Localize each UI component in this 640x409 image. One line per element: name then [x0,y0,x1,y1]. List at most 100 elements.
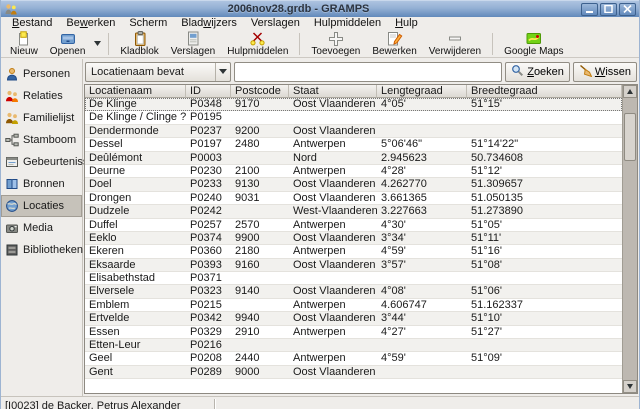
table-row[interactable]: ElisabethstadP0371 [85,272,622,285]
table-row[interactable]: EksaardeP03939160Oost Vlaanderen3°57'51°… [85,259,622,272]
broom-icon [579,64,592,80]
sidebar-item-bibliotheken[interactable]: Bibliotheken [1,239,82,261]
table-row[interactable]: EmblemP0215Antwerpen4.60674751.162337 [85,299,622,312]
kladblok-toolbar-button[interactable]: Kladblok [114,31,164,57]
sidebar-item-personen[interactable]: Personen [1,63,82,85]
sidebar-item-locaties[interactable]: Locaties [1,195,82,217]
sidebar-item-label: Bibliotheken [23,244,83,256]
table-row[interactable]: DuffelP02572570Antwerpen4°30'51°05' [85,219,622,232]
table-row[interactable]: GeelP02082440Antwerpen4°59'51°09' [85,352,622,365]
cell-id: P0393 [186,259,231,271]
table-row[interactable]: De Klinge / Clinge ?P0195 [85,111,622,124]
cell-lengtegraad: 4°05' [377,98,467,110]
clear-button[interactable]: Wissen [573,62,637,82]
table-row[interactable]: DendermondeP02379200Oost Vlaanderen [85,125,622,138]
toolbar-separator [108,33,109,55]
cell-staat: Antwerpen [289,352,377,364]
table-row[interactable]: DoelP02339130Oost Vlaanderen4.26277051.3… [85,178,622,191]
filter-field-select[interactable]: Locatienaam bevat [85,62,231,82]
scrollbar-thumb[interactable] [624,113,636,161]
minimize-button[interactable] [581,3,598,16]
menu-hulp[interactable]: Hulp [388,17,425,30]
verslagen-toolbar-button[interactable]: Verslagen [165,31,221,57]
menu-bewerken[interactable]: Bewerken [59,17,122,30]
openen-toolbar-button[interactable]: Openen [44,31,92,57]
repositories-icon [5,243,19,257]
column-header-lengtegraad[interactable]: Lengtegraad [377,85,467,98]
edit-icon [386,31,403,46]
cell-postcode: 9130 [231,178,289,190]
cell-breedtegraad: 51.309657 [467,178,622,190]
table-row[interactable]: EkerenP03602180Antwerpen4°59'51°16' [85,245,622,258]
menu-hulpmiddelen[interactable]: Hulpmiddelen [307,17,388,30]
main-area: PersonenRelatiesFamilielijstStamboomGebe… [1,59,639,396]
cell-postcode: 9200 [231,125,289,137]
toevoegen-toolbar-button[interactable]: Toevoegen [305,31,366,57]
sidebar-item-gebeurtenissen[interactable]: Gebeurtenissen [1,151,82,173]
scrollbar-trough[interactable] [623,98,637,380]
window-title: 2006nov28.grdb - GRAMPS [18,3,579,15]
open-dropdown-button[interactable] [91,31,103,57]
menu-bestand[interactable]: Bestand [5,17,59,30]
menu-bladwijzers[interactable]: Bladwijzers [174,17,244,30]
gramps-app-icon[interactable] [4,2,18,16]
cell-postcode: 9000 [231,366,289,378]
column-header-staat[interactable]: Staat [289,85,377,98]
sidebar-item-bronnen[interactable]: Bronnen [1,173,82,195]
toolbar-button-label: Google Maps [504,47,563,57]
column-header-locatienaam[interactable]: Locatienaam [85,85,186,98]
table-row[interactable]: DudzeleP0242West-Vlaanderen3.22766351.27… [85,205,622,218]
cell-locatienaam: Gent [85,366,186,378]
table-row[interactable]: De KlingeP03489170Oost Vlaanderen4°05'51… [85,98,622,111]
table-row[interactable]: DeurneP02302100Antwerpen4°28'51°12' [85,165,622,178]
column-header-postcode[interactable]: Postcode [231,85,289,98]
table-body: De KlingeP03489170Oost Vlaanderen4°05'51… [85,98,622,393]
cell-id: P0348 [186,98,231,110]
menu-verslagen[interactable]: Verslagen [244,17,307,30]
cell-lengtegraad [377,125,467,137]
cell-postcode: 2100 [231,165,289,177]
menu-scherm[interactable]: Scherm [122,17,174,30]
cell-staat: Oost Vlaanderen [289,312,377,324]
chevron-down-icon[interactable] [215,63,230,81]
sidebar-item-stamboom[interactable]: Stamboom [1,129,82,151]
table-row[interactable]: GentP02899000Oost Vlaanderen [85,366,622,379]
close-button[interactable] [619,3,636,16]
cell-id: P0195 [186,111,231,123]
cell-locatienaam: Elisabethstad [85,272,186,284]
cell-breedtegraad: 51°05' [467,219,622,231]
cell-lengtegraad: 4°08' [377,285,467,297]
scroll-down-button[interactable] [623,380,637,393]
sidebar-item-media[interactable]: Media [1,217,82,239]
vertical-scrollbar[interactable] [622,85,637,393]
nieuw-toolbar-button[interactable]: Nieuw [4,31,44,57]
cell-lengtegraad: 4°59' [377,352,467,364]
cell-staat: Oost Vlaanderen [289,285,377,297]
table-row[interactable]: ErtveldeP03429940Oost Vlaanderen3°44'51°… [85,312,622,325]
cell-locatienaam: Ertvelde [85,312,186,324]
events-icon [5,155,19,169]
table-row[interactable]: DeûlémontP0003Nord2.94562350.734608 [85,152,622,165]
search-input[interactable] [234,62,502,82]
column-header-breedtegraad[interactable]: Breedtegraad [467,85,622,98]
sidebar-item-familielijst[interactable]: Familielijst [1,107,82,129]
cell-breedtegraad: 51°15' [467,98,622,110]
report-icon [185,31,201,46]
verwijderen-toolbar-button[interactable]: Verwijderen [423,31,487,57]
table-row[interactable]: ElverseleP03239140Oost Vlaanderen4°08'51… [85,285,622,298]
search-button[interactable]: Zoeken [505,62,570,82]
column-header-id[interactable]: ID [186,85,231,98]
table-row[interactable]: EekloP03749900Oost Vlaanderen3°34'51°11' [85,232,622,245]
bewerken-toolbar-button[interactable]: Bewerken [366,31,422,57]
sidebar-item-relaties[interactable]: Relaties [1,85,82,107]
clipboard-icon [132,31,148,46]
cell-id: P0197 [186,138,231,150]
table-row[interactable]: DesselP01972480Antwerpen5°06'46"51°14'22… [85,138,622,151]
maximize-button[interactable] [600,3,617,16]
hulpmiddelen-toolbar-button[interactable]: Hulpmiddelen [221,31,294,57]
scroll-up-button[interactable] [623,85,637,98]
table-row[interactable]: DrongenP02409031Oost Vlaanderen3.6613655… [85,192,622,205]
table-row[interactable]: Etten-LeurP0216 [85,339,622,352]
table-row[interactable]: EssenP03292910Antwerpen4°27'51°27' [85,326,622,339]
google-maps-toolbar-button[interactable]: Google Maps [498,31,569,57]
